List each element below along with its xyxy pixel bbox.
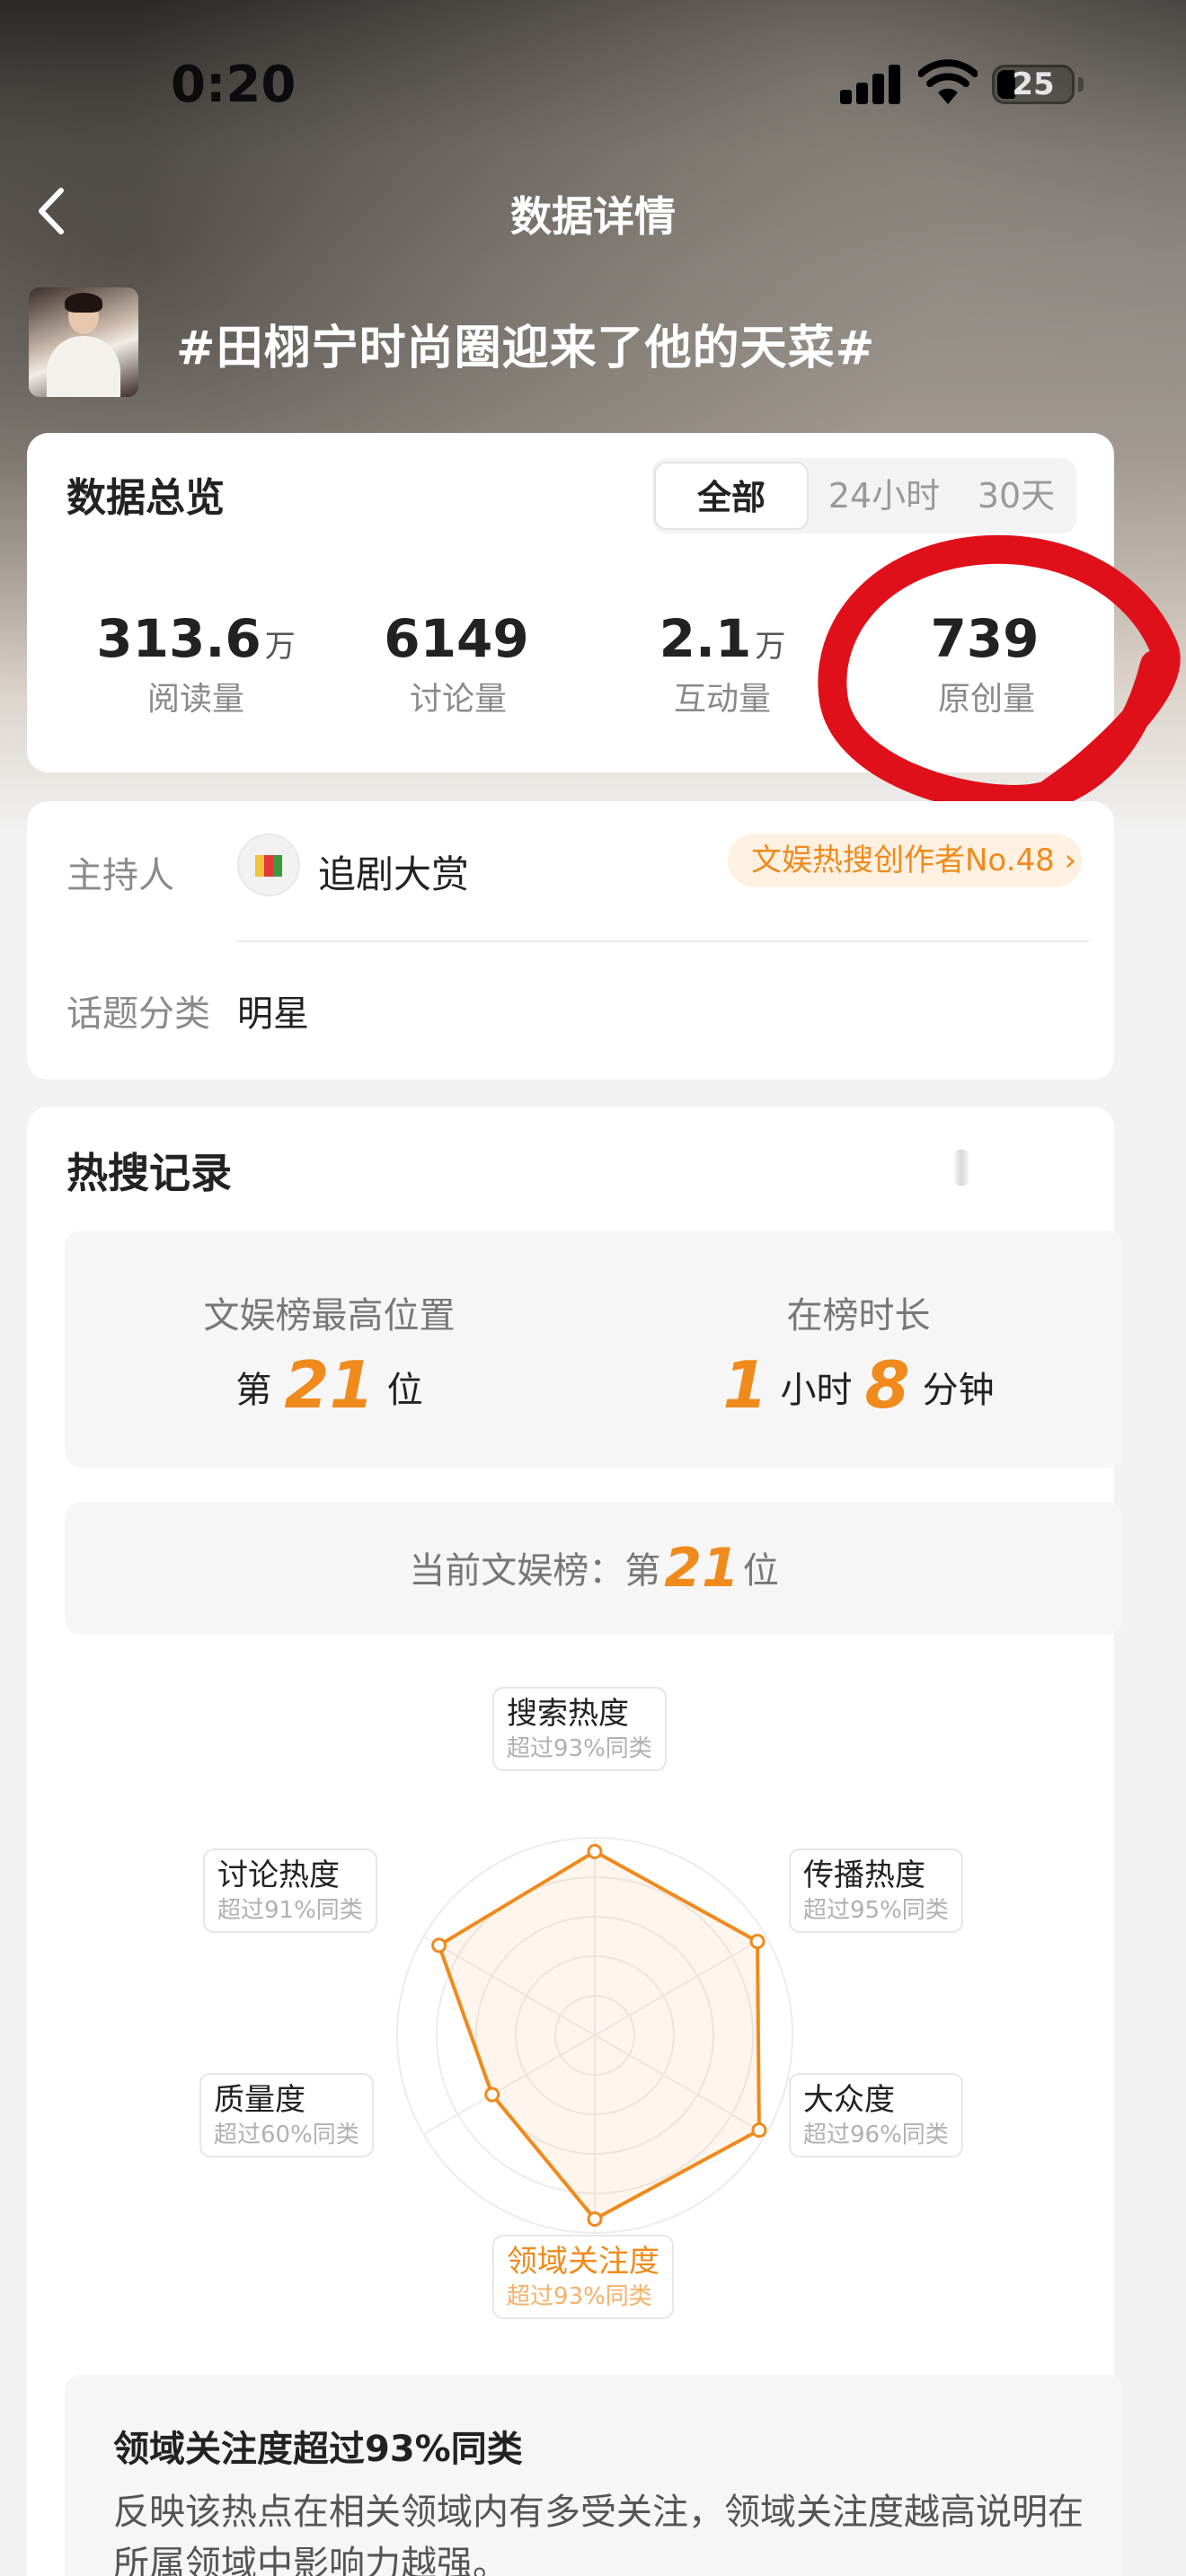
- radar-point-5: [431, 1937, 447, 1954]
- highest-rank-title: 文娱榜最高位置: [203, 1295, 456, 1337]
- stat-interactions: 2.1 万 互动量: [592, 608, 853, 719]
- category-label: 话题分类: [66, 993, 210, 1035]
- page-title: 数据详情: [510, 192, 676, 241]
- host-card: 主持人 追剧大赏 文娱热搜创作者No.48 › 话题分类 明星: [27, 801, 1114, 1080]
- minutes-unit: 分钟: [922, 1370, 995, 1411]
- duration-minutes: 8: [864, 1347, 910, 1423]
- wifi-icon: [918, 59, 978, 104]
- tab-30d[interactable]: 30天: [958, 458, 1075, 534]
- stat-unit: 万: [264, 629, 296, 665]
- radar-label-domain[interactable]: 领域关注度 超过93%同类: [492, 2235, 674, 2319]
- stat-unit: 万: [755, 629, 786, 665]
- stat-label: 原创量: [937, 681, 1035, 718]
- stat-reads: 313.6 万 阅读量: [66, 608, 326, 719]
- rank-prefix: 第: [235, 1370, 272, 1411]
- radar-series-area: [437, 1849, 761, 2221]
- host-label: 主持人: [66, 855, 174, 896]
- radar-point-0: [587, 1843, 603, 1859]
- radar-label-spread[interactable]: 传播热度 超过95%同类: [789, 1848, 963, 1933]
- duration-title: 在榜时长: [786, 1295, 931, 1337]
- status-time: 0:20: [171, 56, 296, 114]
- current-rank-suffix: 位: [742, 1550, 779, 1592]
- stat-value: 313.6: [96, 608, 261, 669]
- stat-value: 739: [930, 608, 1040, 669]
- stat-originals: 739 原创量: [856, 608, 1117, 719]
- current-rank-value: 21: [664, 1537, 739, 1600]
- stat-label: 互动量: [673, 681, 771, 718]
- battery-icon: 25: [992, 65, 1075, 104]
- status-bar: 0:20 25: [0, 0, 1186, 171]
- radar-point-3: [587, 2211, 603, 2228]
- hours-unit: 小时: [780, 1370, 853, 1411]
- category-value: 明星: [237, 993, 309, 1035]
- highest-rank: 文娱榜最高位置 第 21 位: [65, 1231, 594, 1468]
- hot-search-title: 热搜记录: [66, 1149, 232, 1197]
- radar-point-1: [749, 1934, 766, 1949]
- stat-label: 讨论量: [409, 681, 507, 718]
- time-range-tabs: 全部 24小时 30天: [652, 458, 1076, 534]
- radar-point-2: [751, 2122, 767, 2139]
- on-list-duration: 在榜时长 1 小时 8 分钟: [594, 1231, 1123, 1468]
- overview-card: 数据总览 全部 24小时 30天 313.6 万 阅读量 6149 讨论量 2.1…: [27, 433, 1114, 772]
- host-name[interactable]: 追剧大赏: [318, 844, 469, 899]
- topic-avatar[interactable]: [29, 287, 138, 397]
- stat-discussions: 6149 讨论量: [328, 608, 589, 719]
- stat-value: 2.1: [659, 608, 752, 669]
- radar-label-search[interactable]: 搜索热度 超过93%同类: [492, 1687, 667, 1771]
- metric-explanation: 领域关注度超过93%同类 反映该热点在相关领域内有多受关注，领域关注度越高说明在…: [65, 2375, 1123, 2576]
- radar-label-popularity[interactable]: 大众度 超过96%同类: [789, 2073, 963, 2157]
- highest-rank-value: 21: [284, 1347, 375, 1423]
- explanation-text: 反映该热点在相关领域内有多受关注，领域关注度越高说明在所属领域中影响力越强。: [113, 2492, 1084, 2576]
- stat-value: 6149: [384, 608, 529, 669]
- scroll-indicator: [954, 1150, 969, 1186]
- hot-search-card: 热搜记录 文娱榜最高位置 第 21 位 在榜时长 1 小时 8 分钟 当前文娱榜：第21 位…: [27, 1107, 1123, 2576]
- tab-all[interactable]: 全部: [654, 462, 809, 530]
- battery-level: 25: [1012, 66, 1055, 102]
- rank-suffix: 位: [386, 1370, 423, 1411]
- radar-chart: 搜索热度 超过93%同类 传播热度 超过95%同类 大众度 超过96%同类 领域关注度…: [27, 1663, 1114, 2400]
- divider: [237, 940, 1091, 942]
- explanation-title: 领域关注度超过93%同类: [113, 2429, 523, 2470]
- duration-hours: 1: [722, 1347, 768, 1423]
- creator-rank-badge[interactable]: 文娱热搜创作者No.48 ›: [728, 834, 1082, 887]
- current-rank-prefix: 当前文娱榜：第: [409, 1550, 661, 1592]
- host-avatar[interactable]: [237, 834, 300, 896]
- current-rank: 当前文娱榜：第21 位: [65, 1502, 1123, 1635]
- radar-label-discussion[interactable]: 讨论热度 超过91%同类: [203, 1848, 377, 1933]
- topic-title: #田栩宁时尚圈迎来了他的天菜#: [176, 322, 876, 375]
- stat-label: 阅读量: [146, 681, 244, 718]
- tab-24h[interactable]: 24小时: [812, 458, 956, 534]
- radar-label-quality[interactable]: 质量度 超过60%同类: [199, 2073, 374, 2157]
- radar-point-4: [484, 2086, 500, 2103]
- cellular-signal-icon: [840, 63, 901, 104]
- overview-title: 数据总览: [66, 475, 225, 521]
- rank-summary: 文娱榜最高位置 第 21 位 在榜时长 1 小时 8 分钟: [65, 1231, 1123, 1468]
